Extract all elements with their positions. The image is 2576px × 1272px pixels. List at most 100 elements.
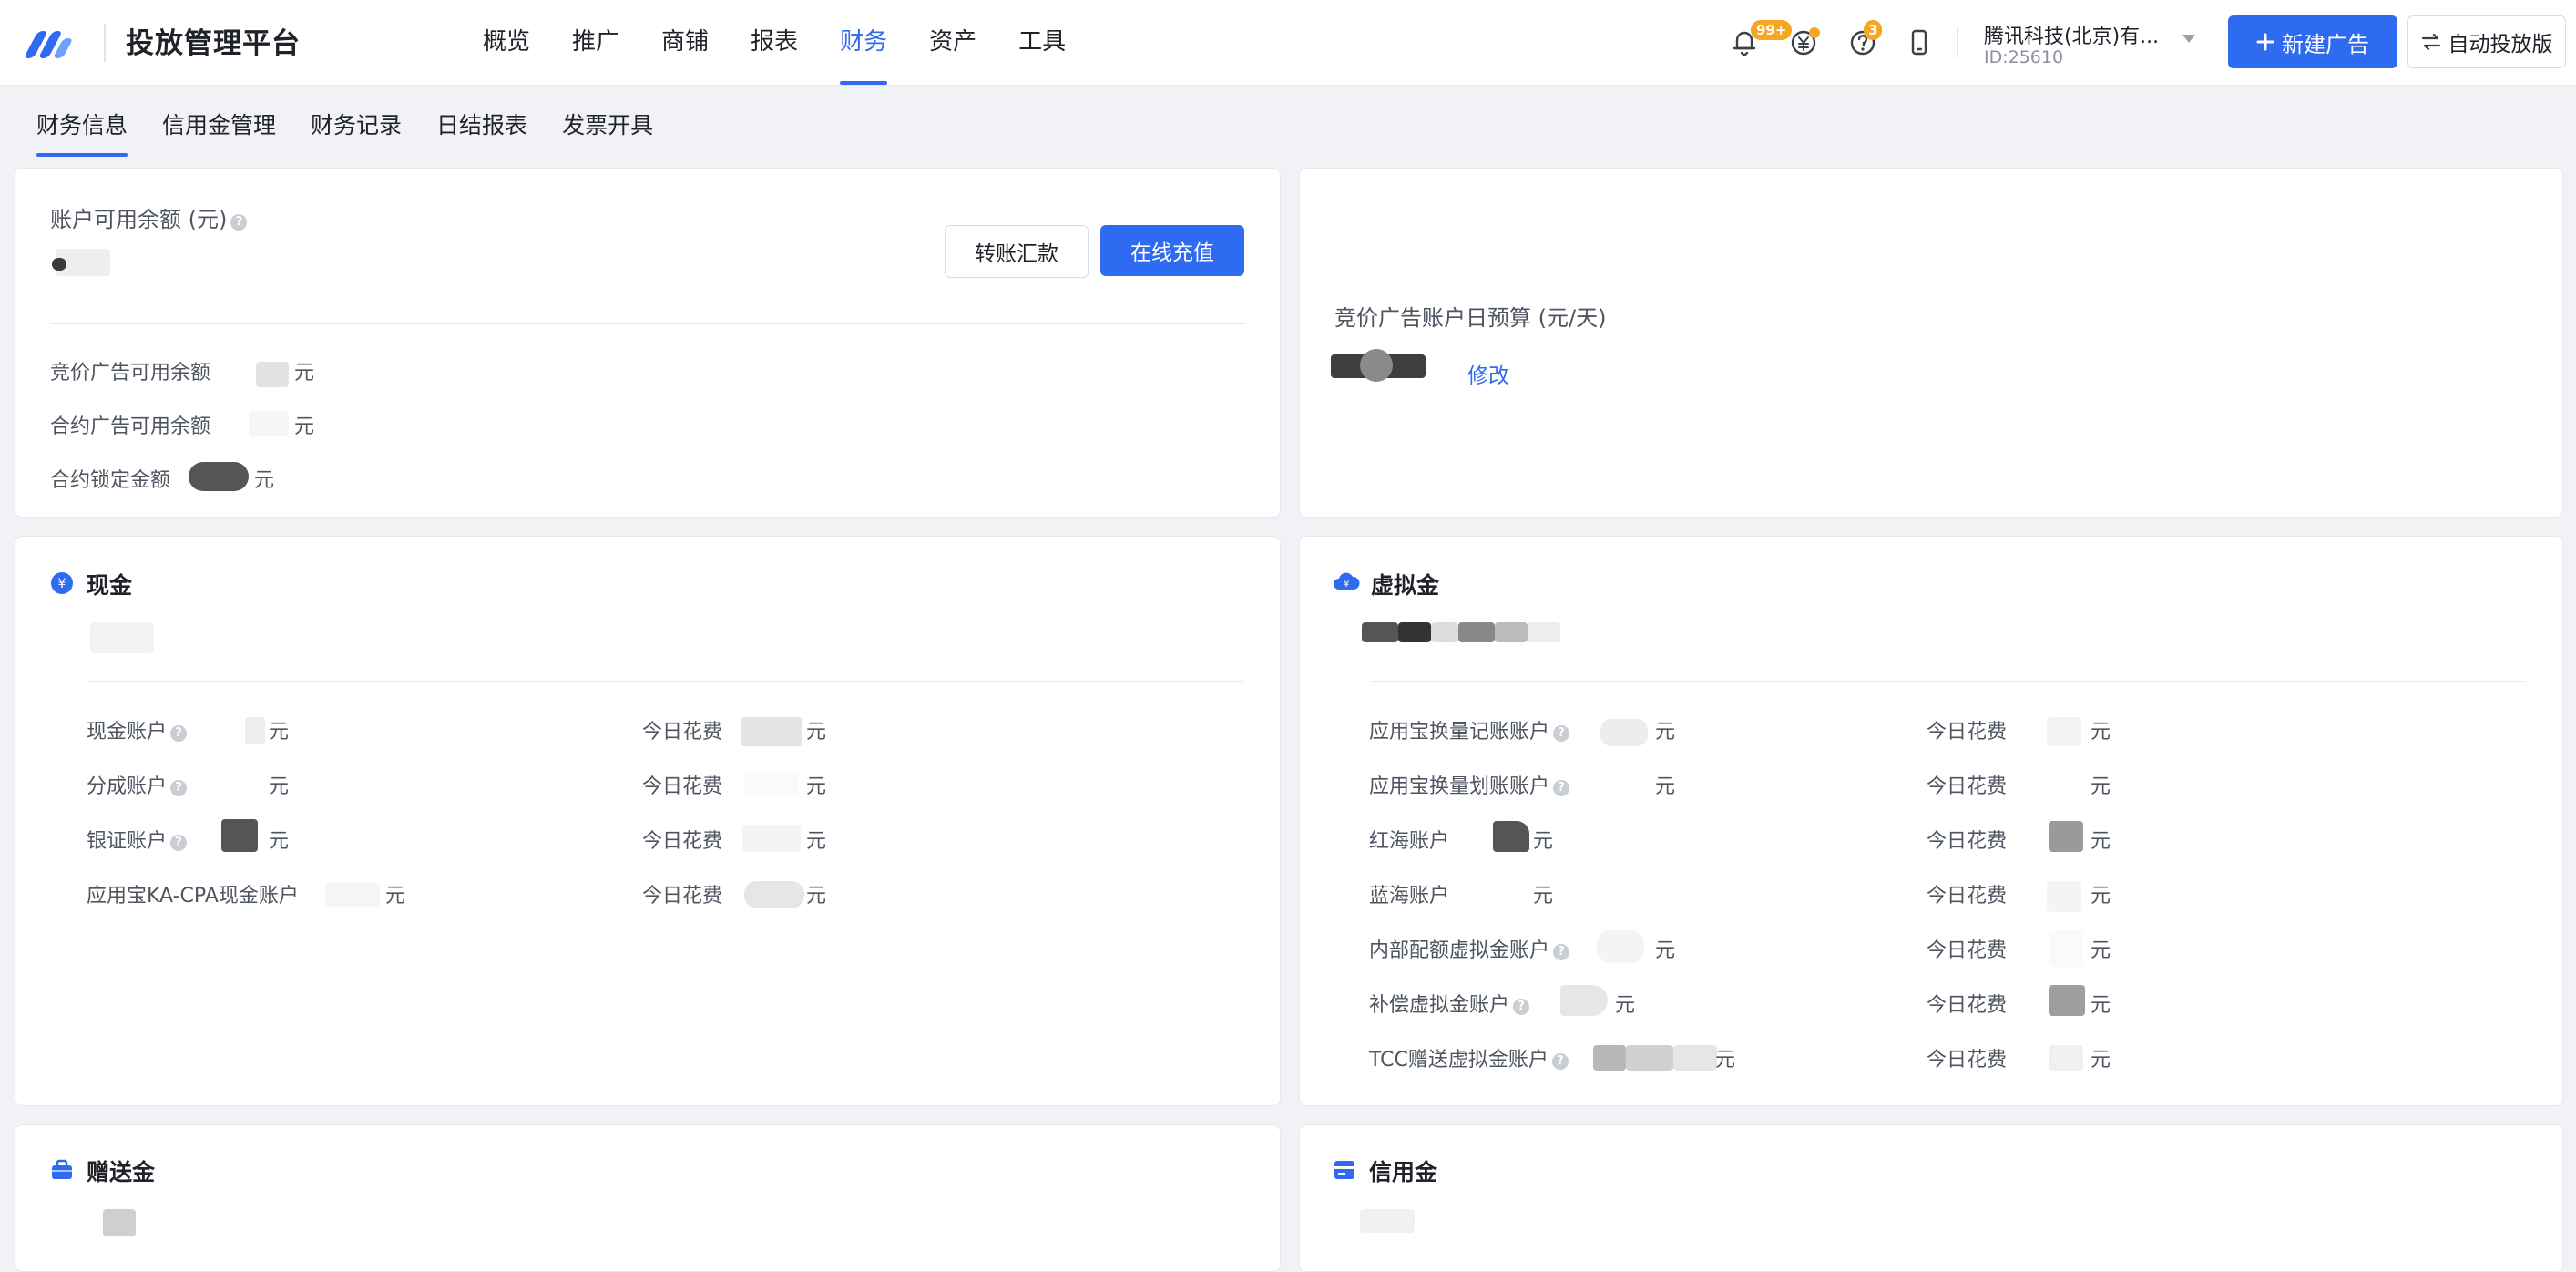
- help-icon[interactable]: ?: [170, 725, 188, 742]
- compensation-value-redacted: [1560, 985, 1608, 1016]
- exchange-transfer-label: 应用宝换量划账账户?: [1369, 770, 1570, 799]
- red-sea-label: 红海账户: [1369, 830, 1450, 853]
- notifications-badge: 99+: [1751, 20, 1793, 40]
- tab-finance-records[interactable]: 财务记录: [311, 108, 402, 157]
- tab-invoice[interactable]: 发票开具: [562, 108, 653, 157]
- virtual-title: 虚拟金: [1371, 572, 1440, 599]
- virtual-card: ¥ 虚拟金 应用宝换量记账账户? 元 应用宝换量划账账户? 元 红海账户 元 蓝…: [1299, 536, 2563, 1106]
- compensation-spend-unit: 元: [2090, 994, 2111, 1017]
- tab-credit-management[interactable]: 信用金管理: [162, 108, 276, 157]
- nav-finance[interactable]: 财务: [840, 0, 888, 85]
- help-icon[interactable]: ?: [1551, 1053, 1569, 1070]
- virtual-total-redacted-6: [1528, 622, 1560, 642]
- balance-title: 账户可用余额 (元)?: [50, 201, 248, 233]
- tcc-gift-value-redacted: [1593, 1045, 1626, 1071]
- help-icon[interactable]: ?: [230, 214, 248, 231]
- chevron-down-icon[interactable]: [2182, 35, 2195, 43]
- internal-quota-spend-label: 今日花费: [1927, 939, 2008, 962]
- svg-text:¥: ¥: [58, 577, 66, 591]
- nav-store[interactable]: 商铺: [661, 0, 709, 85]
- nav-tools[interactable]: 工具: [1018, 0, 1066, 85]
- exchange-record-spend-redacted: [2047, 717, 2081, 746]
- help-icon[interactable]: ?: [1553, 780, 1570, 796]
- compensation-label-text: 补偿虚拟金账户: [1369, 994, 1510, 1017]
- share-spend-value-redacted: [744, 772, 799, 797]
- credit-title: 信用金: [1369, 1159, 1438, 1185]
- share-account-label-text: 分成账户: [87, 775, 168, 798]
- new-ad-button[interactable]: 新建广告: [2228, 15, 2397, 68]
- gift-title: 赠送金: [87, 1159, 156, 1185]
- securities-spend-value-redacted: [742, 825, 801, 852]
- toolbar-divider: [1957, 27, 1958, 58]
- credit-card: 信用金: [1299, 1124, 2563, 1272]
- virtual-total-redacted-3: [1431, 622, 1458, 642]
- internal-quota-value-redacted: [1597, 930, 1644, 963]
- compensation-spend-redacted: [2049, 985, 2085, 1016]
- top-bar: 投放管理平台 概览 推广 商铺 报表 财务 资产 工具 99+ 3 腾讯科技(北…: [0, 0, 2576, 86]
- compensation-label: 补偿虚拟金账户?: [1369, 989, 1530, 1018]
- internal-quota-label: 内部配额虚拟金账户?: [1369, 934, 1570, 963]
- auto-delivery-label: 自动投放版: [2448, 33, 2553, 56]
- share-spend-label: 今日花费: [642, 775, 723, 798]
- transfer-button[interactable]: 转账汇款: [945, 225, 1089, 278]
- tab-finance-info[interactable]: 财务信息: [36, 108, 128, 157]
- nav-assets[interactable]: 资产: [929, 0, 976, 85]
- plus-icon: [2256, 33, 2274, 51]
- phone-icon[interactable]: [1904, 26, 1935, 57]
- contract-balance-value-redacted: [249, 411, 289, 436]
- main-nav: 概览 推广 商铺 报表 财务 资产 工具: [483, 0, 1108, 85]
- tcc-gift-value-redacted-3: [1673, 1045, 1717, 1071]
- exchange-transfer-spend-unit: 元: [2090, 775, 2111, 798]
- internal-quota-spend-redacted: [2049, 930, 2083, 967]
- recharge-button[interactable]: 在线充值: [1100, 225, 1244, 276]
- exchange-record-label: 应用宝换量记账账户?: [1369, 715, 1570, 744]
- exchange-record-spend-label: 今日花费: [1927, 721, 2008, 744]
- cash-spend-label: 今日花费: [642, 721, 723, 744]
- ka-cpa-account-unit: 元: [385, 885, 406, 908]
- card-icon: [1334, 1161, 1354, 1179]
- app-title: 投放管理平台: [126, 27, 301, 60]
- nav-promotion[interactable]: 推广: [572, 0, 619, 85]
- help-icon[interactable]: ?: [1553, 725, 1570, 742]
- blue-sea-spend-redacted: [2047, 881, 2081, 912]
- nav-reports[interactable]: 报表: [751, 0, 798, 85]
- coin-dot: [1809, 27, 1820, 38]
- budget-card: 竞价广告账户日预算 (元/天) 修改: [1299, 168, 2563, 518]
- tcc-gift-spend-unit: 元: [2090, 1049, 2111, 1072]
- cash-account-value-redacted: [245, 717, 265, 744]
- help-icon[interactable]: ?: [1553, 944, 1570, 960]
- help-icon[interactable]: ?: [170, 835, 188, 851]
- compensation-unit: 元: [1615, 994, 1636, 1017]
- bid-balance-unit: 元: [294, 362, 315, 385]
- yen-circle-icon: ¥: [51, 572, 73, 594]
- help-icon[interactable]: ?: [1513, 999, 1530, 1015]
- finance-subtabs: 财务信息 信用金管理 财务记录 日结报表 发票开具: [36, 108, 688, 157]
- balance-card: 账户可用余额 (元)? 转账汇款 在线充值 竞价广告可用余额 元 合约广告可用余…: [15, 168, 1281, 518]
- red-sea-spend-redacted: [2049, 821, 2083, 852]
- contract-balance-label: 合约广告可用余额: [50, 415, 211, 438]
- compensation-spend-label: 今日花费: [1927, 994, 2008, 1017]
- account-name[interactable]: 腾讯科技(北京)有...: [1984, 20, 2159, 49]
- tab-daily-report[interactable]: 日结报表: [436, 108, 527, 157]
- red-sea-spend-label: 今日花费: [1927, 830, 2008, 853]
- contract-balance-unit: 元: [294, 415, 315, 438]
- briefcase-icon: [52, 1159, 72, 1179]
- tcc-gift-label: TCC赠送虚拟金账户?: [1369, 1043, 1569, 1072]
- bid-balance-label: 竞价广告可用余额: [50, 362, 211, 385]
- auto-delivery-button[interactable]: 自动投放版: [2407, 15, 2566, 68]
- account-id: ID:25610: [1984, 47, 2064, 67]
- switch-icon: [2421, 33, 2440, 51]
- nav-overview[interactable]: 概览: [483, 0, 530, 85]
- tcc-gift-value-redacted-2: [1626, 1045, 1673, 1071]
- securities-account-label-text: 银证账户: [87, 830, 168, 853]
- exchange-transfer-unit: 元: [1655, 775, 1676, 798]
- help-icon[interactable]: ?: [170, 780, 188, 796]
- edit-budget-link[interactable]: 修改: [1467, 358, 1509, 389]
- cash-account-label: 现金账户?: [87, 715, 188, 744]
- blue-sea-spend-unit: 元: [2090, 885, 2111, 908]
- platform-logo[interactable]: [24, 24, 80, 60]
- exchange-transfer-label-text: 应用宝换量划账账户: [1369, 775, 1550, 798]
- blue-sea-label: 蓝海账户: [1369, 885, 1450, 908]
- cash-divider: [87, 681, 1243, 682]
- tcc-gift-label-text: TCC赠送虚拟金账户: [1369, 1049, 1549, 1072]
